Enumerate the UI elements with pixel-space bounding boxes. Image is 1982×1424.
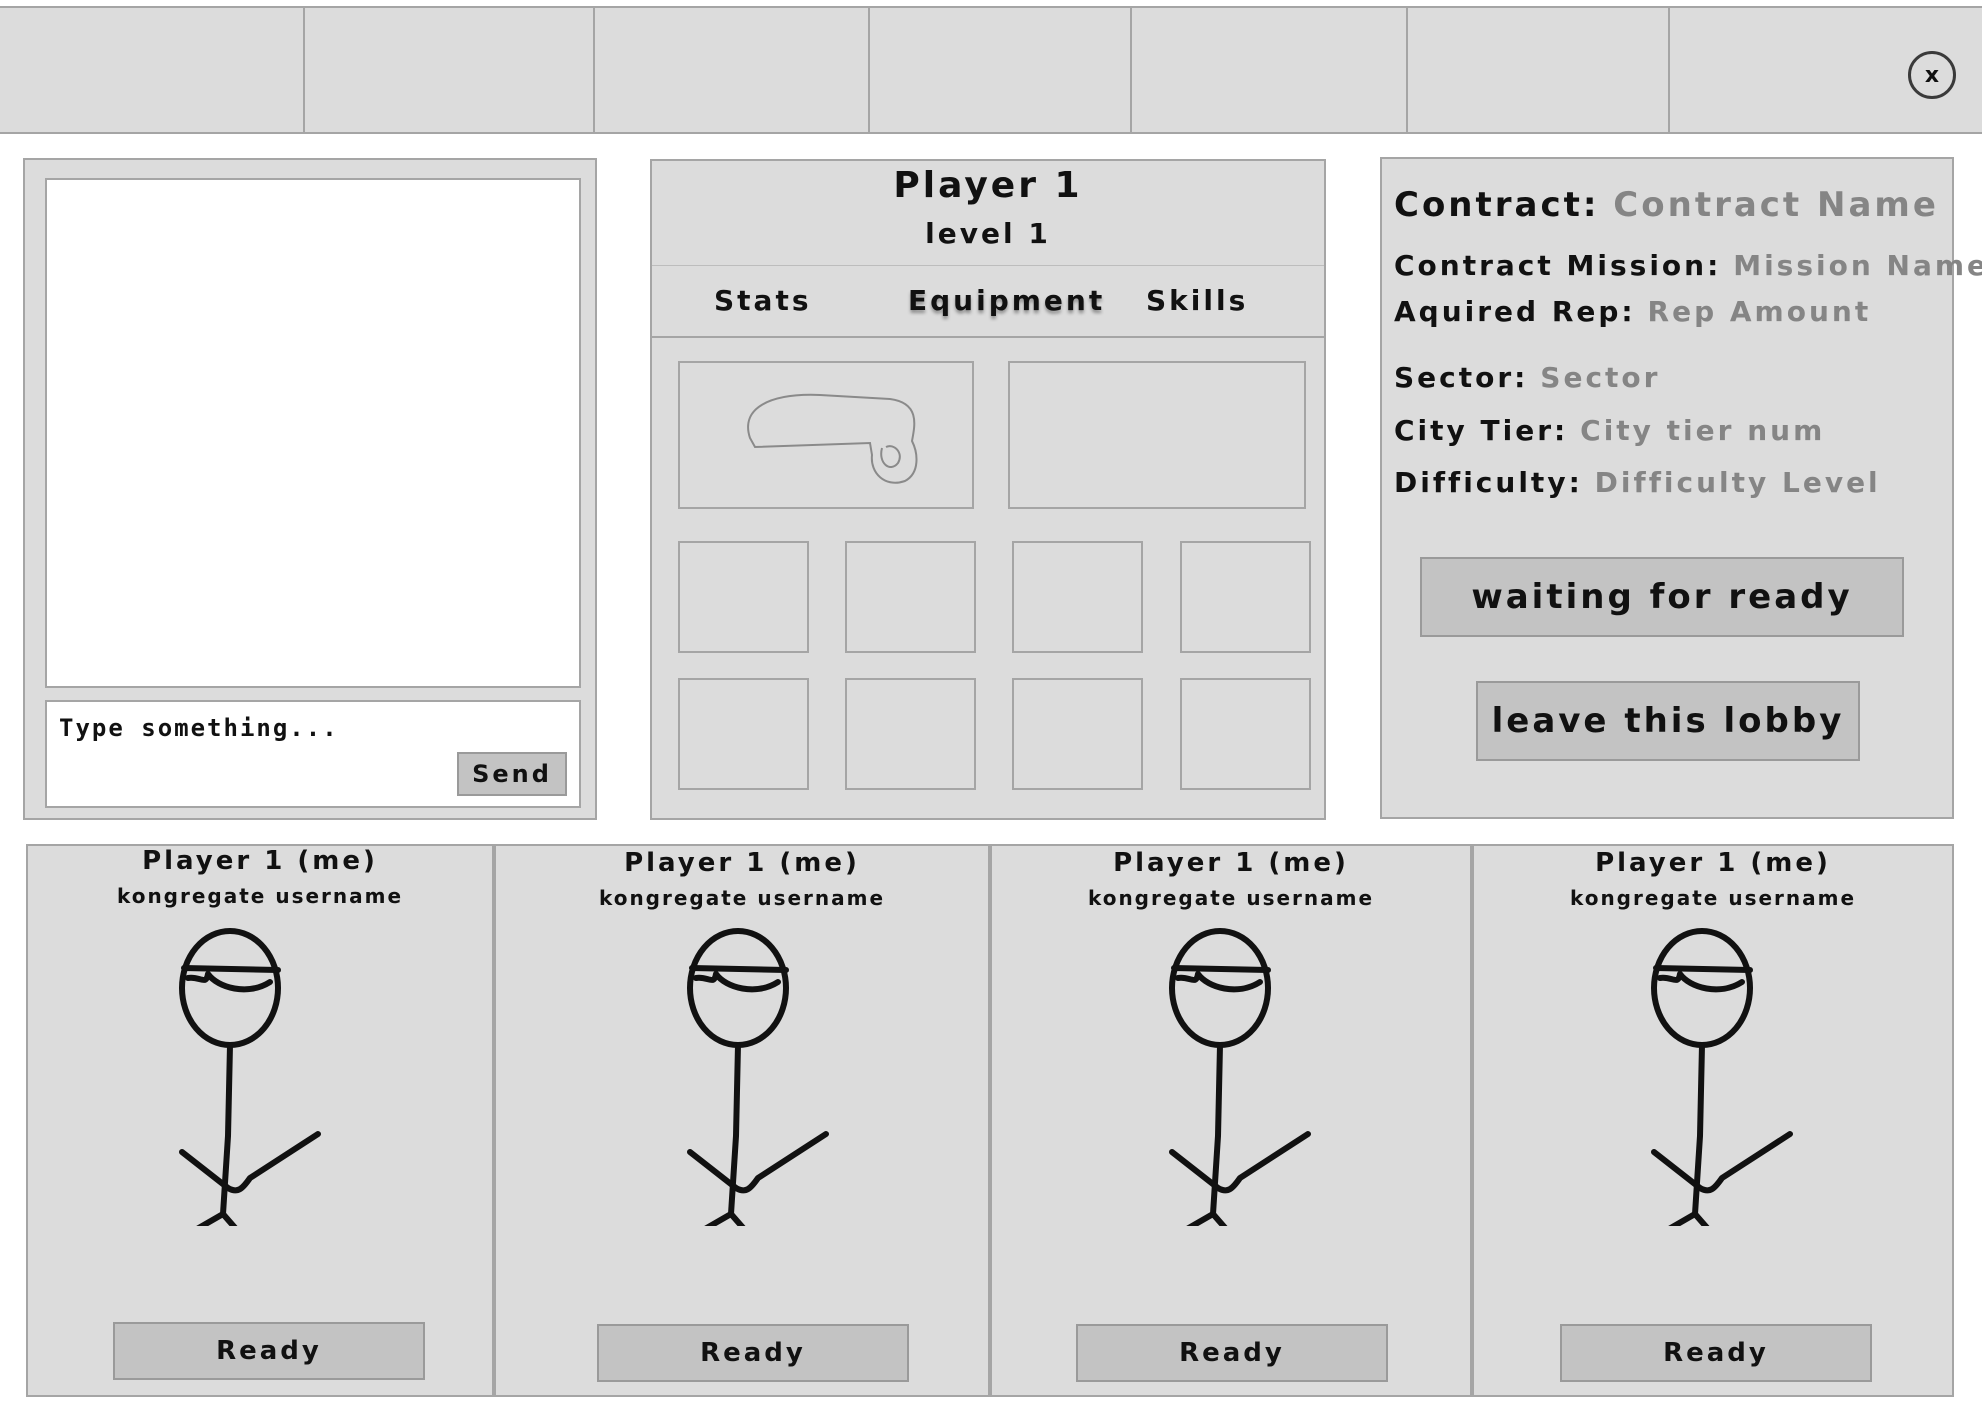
player-card-name: Player 1 (me) (1113, 848, 1349, 878)
waiting-for-ready-button[interactable]: waiting for ready (1420, 557, 1904, 637)
player-card-name: Player 1 (me) (624, 848, 860, 878)
stick-figure-avatar (1651, 928, 1793, 1226)
top-tab-6[interactable] (1408, 8, 1670, 132)
contract-label: Contract: (1394, 185, 1600, 225)
player-name: Player 1 (893, 165, 1083, 206)
chat-log[interactable] (45, 178, 581, 688)
mission-label: Contract Mission: (1394, 249, 1722, 282)
top-tab-1[interactable] (0, 8, 305, 132)
close-icon: x (1924, 62, 1940, 88)
chat-panel: Send (23, 158, 597, 820)
ready-button[interactable]: Ready (1076, 1324, 1388, 1382)
contract-row: Contract: Contract Name (1394, 185, 1939, 225)
top-tab-bar: x (0, 6, 1982, 134)
player-panel: Player 1 level 1 Stats Equipment Skills (650, 159, 1326, 820)
rep-row: Aquired Rep: Rep Amount (1394, 295, 1871, 328)
stick-figure-avatar (687, 928, 829, 1226)
rep-label: Aquired Rep: (1394, 295, 1636, 328)
sector-value: Sector (1540, 361, 1661, 394)
difficulty-row: Difficulty: Difficulty Level (1394, 466, 1881, 499)
equipment-slot-2[interactable] (845, 541, 976, 653)
top-tab-2[interactable] (305, 8, 595, 132)
mission-row: Contract Mission: Mission Name (1394, 249, 1982, 282)
equipment-slot-armor[interactable] (1008, 361, 1306, 509)
ready-button[interactable]: Ready (1560, 1324, 1872, 1382)
top-tab-3[interactable] (595, 8, 870, 132)
player-card-2: Player 1 (me) kongregate username Ready (494, 844, 990, 1397)
equipment-slot-6[interactable] (845, 678, 976, 790)
player-card-4: Player 1 (me) kongregate username Ready (1472, 844, 1954, 1397)
player-card-username: kongregate username (1569, 886, 1857, 910)
leave-lobby-button[interactable]: leave this lobby (1476, 681, 1860, 761)
player-card-username: kongregate username (1087, 886, 1375, 910)
tab-skills[interactable]: Skills (1146, 284, 1248, 317)
player-card-1: Player 1 (me) kongregate username Ready (26, 844, 494, 1397)
player-level: level 1 (925, 217, 1051, 250)
equipment-slot-7[interactable] (1012, 678, 1143, 790)
stick-figure-avatar (1169, 928, 1311, 1226)
mission-name: Mission Name (1733, 249, 1982, 282)
player-card-name: Player 1 (me) (1595, 848, 1831, 878)
chat-input[interactable] (57, 710, 461, 746)
player-card-3: Player 1 (me) kongregate username Ready (990, 844, 1472, 1397)
equipment-slot-5[interactable] (678, 678, 809, 790)
player-card-name: Player 1 (me) (142, 846, 378, 876)
equipment-slot-weapon[interactable] (678, 361, 974, 509)
tab-equipment[interactable]: Equipment (908, 284, 1105, 317)
city-tier-label: City Tier: (1394, 414, 1569, 447)
sector-row: Sector: Sector (1394, 361, 1660, 394)
city-tier-value: City tier num (1580, 414, 1826, 447)
contract-panel: Contract: Contract Name Contract Mission… (1380, 157, 1982, 819)
sector-label: Sector: (1394, 361, 1529, 394)
player-card-username: kongregate username (116, 884, 404, 908)
pistol-icon (747, 393, 918, 484)
ready-button[interactable]: Ready (597, 1324, 909, 1382)
send-button[interactable]: Send (457, 752, 567, 796)
top-tab-4[interactable] (870, 8, 1132, 132)
equipment-slot-4[interactable] (1180, 541, 1311, 653)
city-tier-row: City Tier: City tier num (1394, 414, 1825, 447)
equipment-slot-1[interactable] (678, 541, 809, 653)
chat-input-box: Send (45, 700, 581, 808)
tab-stats[interactable]: Stats (714, 284, 812, 317)
equipment-slot-3[interactable] (1012, 541, 1143, 653)
rep-amount: Rep Amount (1647, 295, 1872, 328)
stick-figure-avatar (179, 928, 321, 1226)
difficulty-label: Difficulty: (1394, 466, 1583, 499)
top-tab-5[interactable] (1132, 8, 1408, 132)
ready-button[interactable]: Ready (113, 1322, 425, 1380)
close-button[interactable]: x (1908, 51, 1956, 99)
contract-name: Contract Name (1613, 185, 1939, 225)
difficulty-value: Difficulty Level (1594, 466, 1881, 499)
equipment-slot-8[interactable] (1180, 678, 1311, 790)
player-tabs: Stats Equipment Skills (652, 265, 1324, 338)
player-card-username: kongregate username (598, 886, 886, 910)
